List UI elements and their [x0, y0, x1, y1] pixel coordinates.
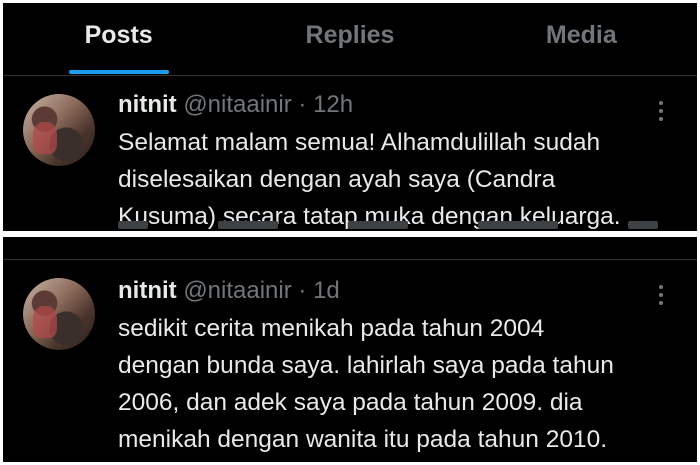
tweet-actions-cut-off — [118, 221, 658, 231]
tweet-header: nitnit @nitaainir · 1d — [118, 277, 340, 305]
active-tab-indicator — [68, 70, 169, 74]
tab-replies[interactable]: Replies — [234, 3, 465, 75]
more-icon[interactable] — [657, 101, 665, 121]
tab-media-label: Media — [545, 20, 617, 49]
separator-dot: · — [298, 277, 307, 304]
user-handle[interactable]: @nitaainir — [183, 277, 291, 304]
tab-posts-label: Posts — [84, 20, 153, 49]
tab-posts[interactable]: Posts — [3, 3, 234, 75]
timestamp[interactable]: 12h — [313, 91, 353, 118]
screenshot-panel-bottom: nitnit @nitaainir · 1d sedikit cerita me… — [3, 237, 697, 462]
profile-tabs: Posts Replies Media — [3, 3, 697, 75]
tweet-text: Selamat malam semua! Alhamdulillah sudah… — [118, 129, 621, 230]
avatar[interactable] — [23, 278, 95, 350]
more-icon[interactable] — [657, 285, 665, 305]
tab-media[interactable]: Media — [466, 3, 697, 75]
display-name[interactable]: nitnit — [118, 91, 177, 118]
avatar[interactable] — [23, 94, 95, 166]
screenshot-panel-top: Posts Replies Media nitnit @nitaainir · … — [3, 3, 697, 231]
display-name[interactable]: nitnit — [118, 277, 177, 304]
tweet-1[interactable]: nitnit @nitaainir · 12h Selamat malam se… — [3, 76, 697, 231]
tweet-2[interactable]: nitnit @nitaainir · 1d sedikit cerita me… — [3, 260, 697, 462]
user-handle[interactable]: @nitaainir — [183, 91, 291, 118]
tweet-header: nitnit @nitaainir · 12h — [118, 91, 353, 119]
tab-replies-label: Replies — [305, 20, 395, 49]
separator-dot: · — [298, 91, 307, 118]
tweet-text: sedikit cerita menikah pada tahun 2004 d… — [118, 315, 614, 453]
timestamp[interactable]: 1d — [313, 277, 340, 304]
